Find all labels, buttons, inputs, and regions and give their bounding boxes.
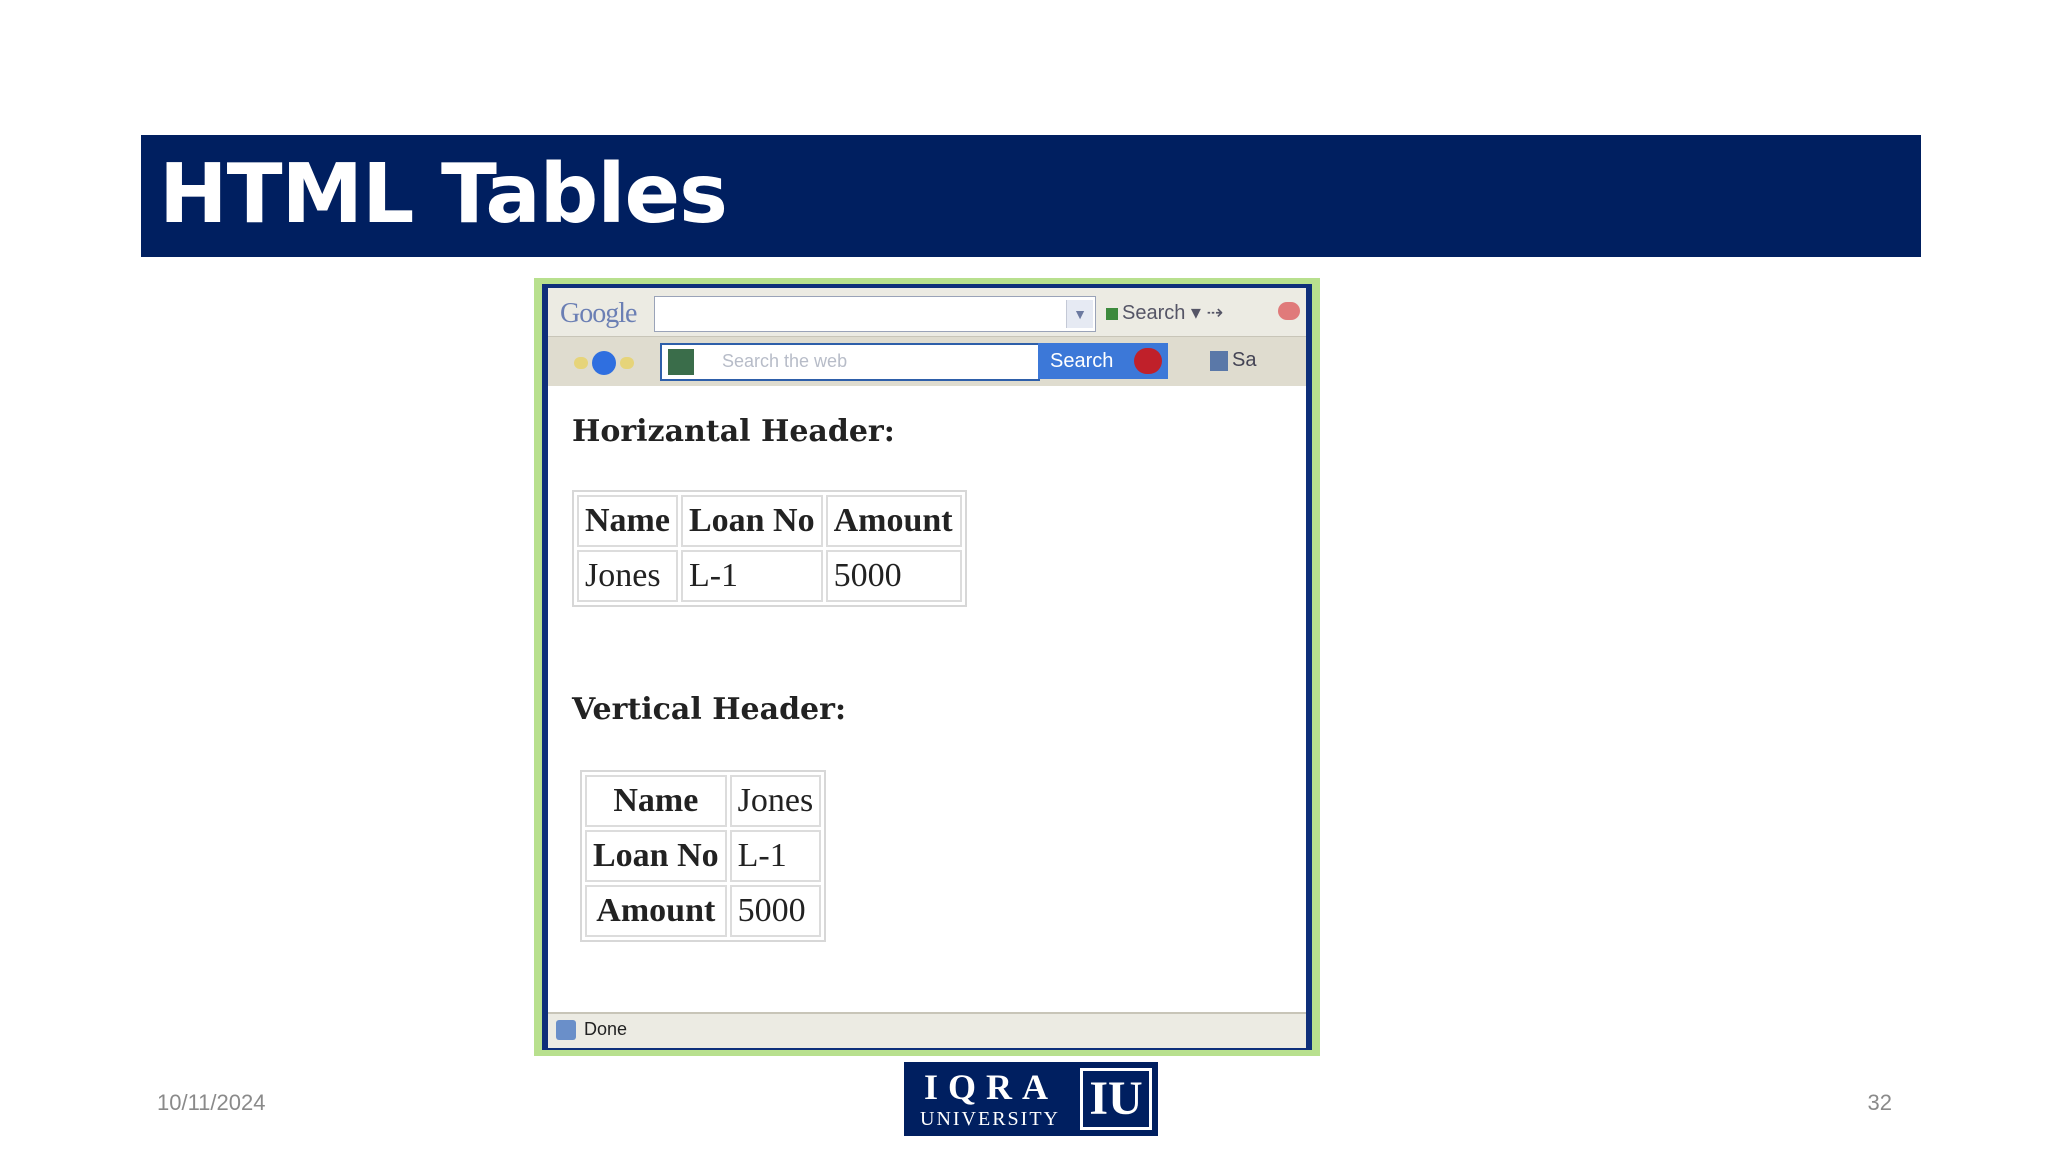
table-header-cell: Loan No [585,830,727,882]
table-header-cell: Name [577,495,678,547]
table-cell: L-1 [729,830,822,882]
ask-engine-icon[interactable] [668,349,694,375]
table-header-row: Name Loan No Amount [577,495,962,547]
ask-logo-icon [1134,348,1162,374]
popup-blocker-icon[interactable] [1278,302,1300,320]
logo-sub-text: UNIVERSITY [920,1108,1060,1130]
page-done-icon [556,1020,576,1040]
logo-main-text: IQRA [924,1067,1059,1107]
table-header-cell: Amount [825,495,962,547]
logo-mark: IU [1080,1068,1152,1130]
vertical-header-heading: Vertical Header: [572,692,847,727]
title-bar: HTML Tables [141,135,1921,257]
table-cell: L-1 [680,550,823,602]
table-header-cell: Amount [585,885,727,937]
horizontal-header-table: Name Loan No Amount Jones L-1 5000 [572,490,967,607]
chevron-down-icon[interactable]: ▼ [1066,300,1093,328]
horizontal-header-heading: Horizantal Header: [572,414,895,449]
university-logo: IQRA UNIVERSITY IU [904,1062,1158,1136]
table-cell: Jones [577,550,678,602]
save-icon [1210,350,1228,371]
save-button[interactable]: Sa [1210,349,1256,372]
google-toolbar: Google ▼ Search ▾ ⇢ [548,288,1306,336]
save-label: Sa [1232,349,1257,371]
table-cell: Jones [729,775,822,827]
table-cell: 5000 [729,885,822,937]
browser-screenshot: Google ▼ Search ▾ ⇢ Search the web Searc… [534,278,1320,1056]
table-row: Amount 5000 [585,885,822,937]
google-g-icon [1106,307,1118,320]
table-cell: 5000 [825,550,962,602]
media-orb-icon[interactable] [574,349,636,377]
status-bar: Done [548,1012,1306,1048]
ask-toolbar: Search the web Search Sa [548,336,1306,387]
table-row: Name Jones [585,775,822,827]
table-row: Jones L-1 5000 [577,550,962,602]
ask-search-label: Search [1050,350,1114,372]
slide-title: HTML Tables [159,147,728,242]
table-header-cell: Loan No [680,495,823,547]
google-search-button[interactable]: Search ▾ ⇢ [1106,300,1223,325]
ask-search-placeholder: Search the web [722,351,848,371]
ask-search-input[interactable]: Search the web [660,343,1040,381]
table-header-cell: Name [585,775,727,827]
table-row: Loan No L-1 [585,830,822,882]
vertical-header-table: Name Jones Loan No L-1 Amount 5000 [580,770,827,942]
slide-date: 10/11/2024 [157,1090,266,1115]
page-content: Horizantal Header: Name Loan No Amount J… [548,386,1306,1012]
slide-number: 32 [1867,1090,1892,1115]
google-logo: Google [560,298,637,329]
ask-search-button[interactable]: Search [1038,343,1168,379]
status-text: Done [584,1019,628,1039]
google-search-input[interactable]: ▼ [654,296,1096,332]
browser-window: Google ▼ Search ▾ ⇢ Search the web Searc… [542,284,1312,1050]
google-search-label: Search [1122,302,1186,324]
